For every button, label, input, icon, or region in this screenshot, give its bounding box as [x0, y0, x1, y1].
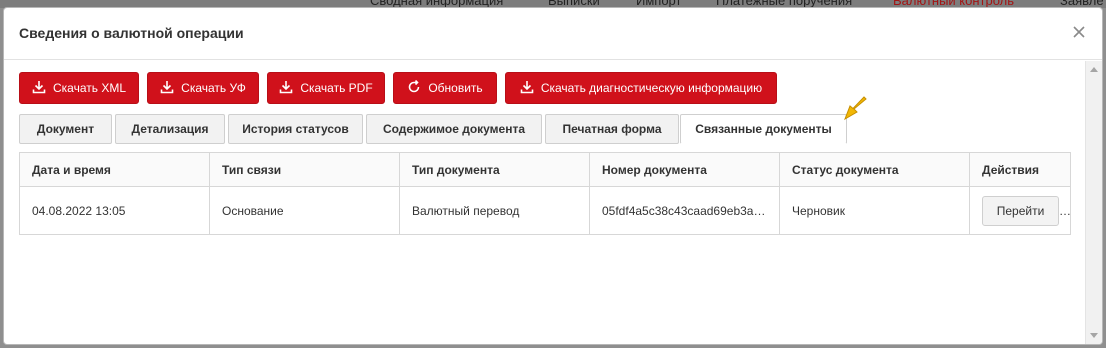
download-icon [520, 80, 534, 97]
button-label: Скачать XML [52, 81, 126, 95]
close-icon[interactable] [1070, 23, 1088, 41]
modal-header: Сведения о валютной операции [4, 8, 1102, 60]
currency-operation-modal: Сведения о валютной операции Скачать XML… [3, 7, 1103, 345]
tab-document-content[interactable]: Содержимое документа [366, 114, 542, 144]
column-header-status[interactable]: Статус документа [779, 152, 970, 187]
cell-link-type: Основание [209, 186, 400, 235]
go-button[interactable]: Перейти [982, 195, 1059, 226]
cell-doc-number: 05fdf4a5c38c43caad69eb3a4… [589, 186, 780, 235]
modal-title: Сведения о валютной операции [19, 25, 244, 41]
download-uf-button[interactable]: Скачать УФ [147, 72, 259, 104]
button-label: Скачать УФ [181, 81, 246, 95]
related-documents-table: Дата и время Тип связи Тип документа Ном… [19, 152, 1071, 235]
vertical-scrollbar[interactable] [1085, 61, 1102, 344]
column-header-actions: Действия [969, 152, 1071, 187]
download-pdf-button[interactable]: Скачать PDF [267, 72, 385, 104]
button-label: Скачать диагностическую информацию [540, 81, 763, 95]
button-label: Обновить [428, 81, 483, 95]
column-header-doc-type[interactable]: Тип документа [399, 152, 590, 187]
column-header-datetime[interactable]: Дата и время [19, 152, 210, 187]
column-header-link-type[interactable]: Тип связи [209, 152, 400, 187]
download-icon [32, 80, 46, 97]
refresh-icon [407, 79, 421, 97]
download-xml-button[interactable]: Скачать XML [19, 72, 139, 104]
table-header-row: Дата и время Тип связи Тип документа Ном… [19, 152, 1071, 187]
scroll-up-icon[interactable] [1090, 67, 1098, 72]
modal-body: Скачать XML Скачать УФ Скачать PDF Обнов… [4, 61, 1085, 344]
column-header-doc-number[interactable]: Номер документа [589, 152, 780, 187]
download-icon [279, 80, 293, 97]
tab-document[interactable]: Документ [19, 114, 112, 144]
button-label: Скачать PDF [300, 81, 373, 95]
tab-print-form[interactable]: Печатная форма [545, 114, 679, 144]
cell-doc-type: Валютный перевод [399, 186, 590, 235]
tab-details[interactable]: Детализация [115, 114, 225, 144]
cell-datetime: 04.08.2022 13:05 [19, 186, 210, 235]
scroll-down-icon[interactable] [1090, 333, 1098, 338]
tab-status-history[interactable]: История статусов [228, 114, 363, 144]
download-diagnostics-button[interactable]: Скачать диагностическую информацию [505, 72, 777, 104]
download-icon [160, 80, 174, 97]
table-row: 04.08.2022 13:05 Основание Валютный пере… [19, 186, 1071, 235]
cell-actions: Перейти [969, 186, 1071, 235]
cell-status: Черновик [779, 186, 970, 235]
pointer-arrow-icon [841, 96, 871, 122]
tab-related-documents[interactable]: Связанные документы [680, 114, 847, 144]
refresh-button[interactable]: Обновить [393, 72, 497, 104]
